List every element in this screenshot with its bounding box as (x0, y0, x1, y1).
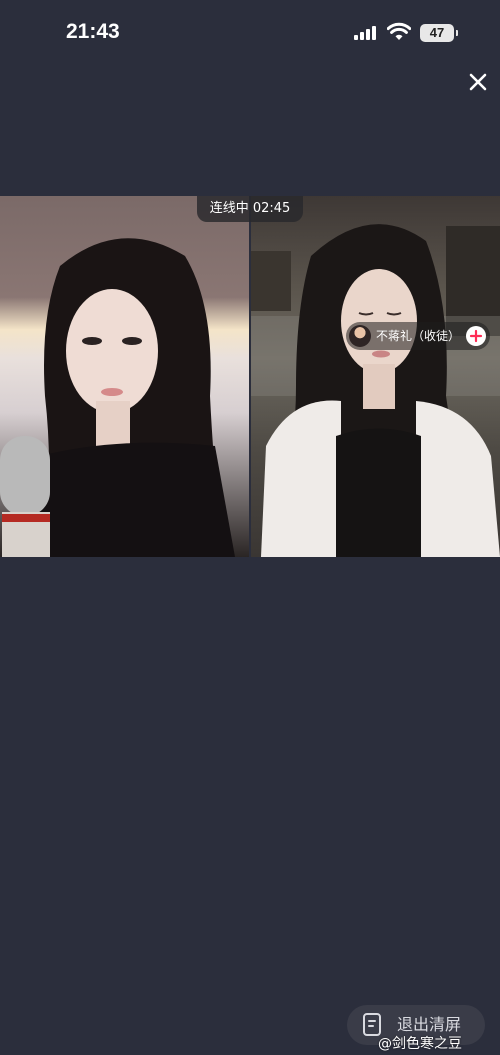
guest-tag[interactable]: 不蒋礼（收徒） (346, 322, 490, 350)
watermark: @剑色寒之豆 (378, 1036, 462, 1052)
status-bar: 21:43 47 (0, 0, 500, 68)
guest-name[interactable]: 不蒋礼（收徒） (376, 322, 464, 350)
cellular-signal-icon (354, 26, 380, 40)
host-video[interactable] (0, 196, 249, 557)
guest-video[interactable] (251, 196, 500, 557)
avatar[interactable] (349, 325, 371, 347)
host-video-frame (0, 238, 235, 557)
battery-indicator: 47 (420, 24, 458, 42)
live-room-screen: 21:43 47 连线中 02:45 不蒋礼（收徒） 退出清屏 @剑色寒之豆 (0, 0, 500, 1055)
co-host-video-area: 连线中 02:45 (0, 196, 500, 557)
follow-button[interactable] (466, 326, 486, 346)
plus-icon (469, 329, 483, 343)
close-icon[interactable] (466, 70, 490, 94)
connection-timer: 连线中 02:45 (197, 196, 303, 222)
guest-video-frame (251, 224, 500, 557)
status-time: 21:43 (66, 20, 120, 43)
wifi-icon (387, 22, 411, 40)
